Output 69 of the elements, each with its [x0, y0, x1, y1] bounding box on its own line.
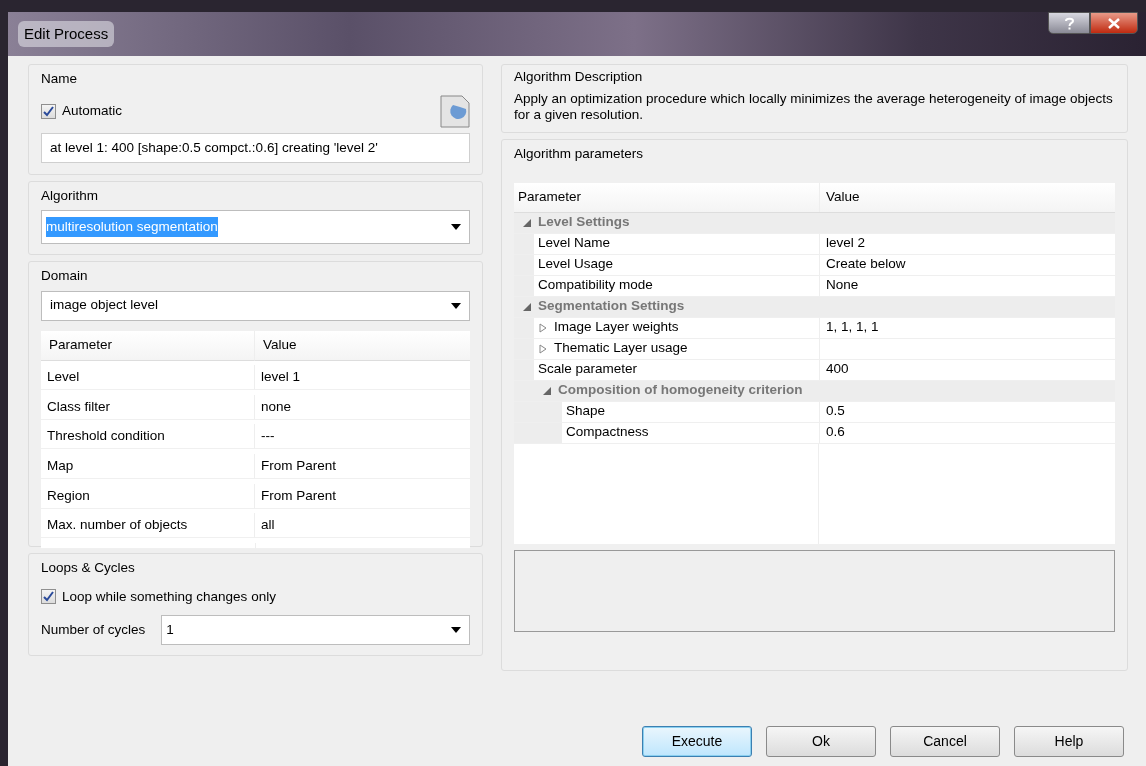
table-cell-text: Threshold condition [47, 427, 165, 446]
column-header[interactable]: Parameter [514, 182, 819, 212]
dialog-button[interactable]: Help [1014, 726, 1124, 757]
document-icon[interactable] [440, 94, 470, 128]
checkmark-icon [42, 590, 55, 604]
property-value[interactable]: 0.5 [826, 401, 845, 422]
group-title: Algorithm [41, 187, 99, 205]
description-text: Apply an optimization procedure which locally minimizes the average heterogeneity of image objects for a given resolution. [514, 91, 1114, 123]
property-name: Level Name [538, 234, 611, 253]
checkbox-label: Loop while something changes only [62, 587, 276, 606]
dialog-button[interactable]: Cancel [890, 726, 1000, 757]
close-icon [1108, 17, 1120, 29]
caret-icon [451, 626, 461, 633]
group-row[interactable]: Level Settings [514, 212, 1115, 233]
table-cell-text: Region [47, 486, 90, 505]
field-label: Number of cycles [41, 620, 146, 639]
table-cell-text: Max. number of objects [47, 516, 188, 535]
property-value[interactable]: 400 [826, 359, 849, 380]
caret-icon [451, 224, 461, 231]
group-title: Algorithm Description [514, 68, 643, 86]
name-field[interactable]: at level 1: 400 [shape:0.5 compct.:0.6] creating 'level 2' [41, 133, 470, 164]
property-name: Shape [566, 402, 606, 421]
group-title: Algorithm parameters [514, 145, 644, 164]
dialog-button[interactable]: Ok [766, 726, 876, 757]
group-title: Domain [41, 267, 88, 286]
property-value[interactable]: None [826, 275, 859, 296]
table-cell-text: From Parent [261, 486, 337, 505]
table-cell-text: Map [47, 456, 74, 475]
help-caption-button[interactable] [1048, 12, 1090, 34]
column-header[interactable]: Value [263, 334, 297, 356]
collapsed-arrow-icon[interactable] [538, 343, 548, 354]
column-header[interactable]: Value [819, 182, 1115, 212]
property-value[interactable]: 0.6 [826, 422, 845, 443]
group-title: Loops & Cycles [41, 559, 135, 578]
checkmark-icon [42, 104, 55, 118]
table-cell-text: --- [261, 427, 275, 446]
property-name: Compactness [566, 423, 649, 442]
table-cell-text: none [261, 397, 292, 416]
window-title: Edit Process [18, 20, 115, 48]
property-name: Thematic Layer usage [554, 339, 688, 358]
dropdown-value: multiresolution segmentation [46, 217, 218, 238]
checkbox[interactable] [41, 103, 56, 119]
expanded-arrow-icon[interactable] [542, 385, 552, 396]
table-cell-text: Class filter [47, 397, 110, 416]
caret-icon [451, 302, 461, 309]
checkbox[interactable] [41, 589, 56, 605]
question-icon [1064, 16, 1074, 30]
group-row[interactable]: Composition of homogeneity criterion [514, 380, 1115, 401]
collapsed-arrow-icon[interactable] [538, 322, 548, 333]
expanded-arrow-icon[interactable] [522, 301, 532, 312]
expanded-arrow-icon[interactable] [522, 217, 532, 228]
table-cell-text: Level [47, 368, 80, 386]
property-name: Scale parameter [538, 360, 638, 379]
table-cell-text: From Parent [261, 456, 337, 475]
table-cell-text: all [261, 516, 275, 535]
domain-dropdown[interactable]: image object level [41, 290, 470, 321]
close-button[interactable] [1090, 12, 1138, 34]
cycles-dropdown[interactable]: 1 [161, 614, 470, 645]
property-name: Image Layer weights [554, 318, 679, 337]
property-value[interactable]: 1, 1, 1, 1 [826, 317, 879, 338]
checkbox-label: Automatic [62, 102, 123, 121]
group-row[interactable]: Segmentation Settings [514, 296, 1115, 317]
table-cell-text: level 1 [261, 368, 301, 386]
group-title: Name [41, 70, 77, 88]
property-name: Compatibility mode [538, 276, 653, 295]
property-value[interactable]: level 2 [826, 233, 866, 254]
property-value[interactable]: Create below [826, 254, 906, 275]
property-name: Level Usage [538, 255, 614, 274]
dialog-button[interactable]: Execute [642, 726, 752, 757]
